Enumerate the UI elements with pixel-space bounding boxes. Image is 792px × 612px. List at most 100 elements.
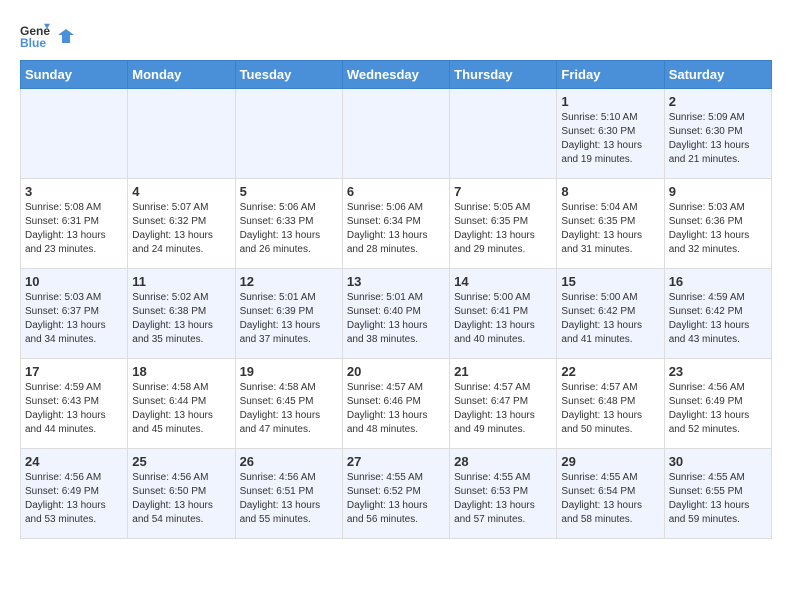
calendar-cell: 28Sunrise: 4:55 AM Sunset: 6:53 PM Dayli… bbox=[450, 449, 557, 539]
calendar-table: SundayMondayTuesdayWednesdayThursdayFrid… bbox=[20, 60, 772, 539]
day-number: 1 bbox=[561, 94, 659, 109]
calendar-cell: 26 Sunrise: 4:56 AM Sunset: 6:51 PM Dayli… bbox=[235, 449, 342, 539]
day-info: Sunrise: 5:06 AM Sunset: 6:33 PM Dayligh… bbox=[240, 201, 338, 257]
calendar-cell: 5 Sunrise: 5:06 AM Sunset: 6:33 PM Daylig… bbox=[235, 179, 342, 269]
day-number: 6 bbox=[347, 184, 445, 199]
day-info: Sunrise: 4:55 AM Sunset: 6:54 PM Dayligh… bbox=[561, 471, 659, 527]
day-number: 12 bbox=[240, 274, 338, 289]
day-number: 27 bbox=[347, 454, 445, 469]
calendar-cell: 16 Sunrise: 4:59 AM Sunset: 6:42 PM Dayli… bbox=[664, 269, 771, 359]
calendar-cell bbox=[21, 89, 128, 179]
calendar-cell: 2 Sunrise: 5:09 AM Sunset: 6:30 PM Daylig… bbox=[664, 89, 771, 179]
day-number: 29 bbox=[561, 454, 659, 469]
logo: General Blue bbox=[20, 20, 76, 50]
day-info: Sunrise: 4:59 AM Sunset: 6:43 PM Dayligh… bbox=[25, 381, 123, 437]
day-info: Sunrise: 4:56 AM Sunset: 6:49 PM Dayligh… bbox=[669, 381, 767, 437]
day-info: Sunrise: 4:56 AM Sunset: 6:51 PM Dayligh… bbox=[240, 471, 338, 527]
calendar-cell: 8 Sunrise: 5:04 AM Sunset: 6:35 PM Daylig… bbox=[557, 179, 664, 269]
day-number: 21 bbox=[454, 364, 552, 379]
day-number: 11 bbox=[132, 274, 230, 289]
calendar-cell: 17 Sunrise: 4:59 AM Sunset: 6:43 PM Dayli… bbox=[21, 359, 128, 449]
calendar-cell: 9 Sunrise: 5:03 AM Sunset: 6:36 PM Daylig… bbox=[664, 179, 771, 269]
day-number: 17 bbox=[25, 364, 123, 379]
day-info: Sunrise: 4:58 AM Sunset: 6:44 PM Dayligh… bbox=[132, 381, 230, 437]
day-info: Sunrise: 4:58 AM Sunset: 6:45 PM Dayligh… bbox=[240, 381, 338, 437]
day-info: Sunrise: 5:00 AM Sunset: 6:42 PM Dayligh… bbox=[561, 291, 659, 347]
calendar-cell: 20 Sunrise: 4:57 AM Sunset: 6:46 PM Dayli… bbox=[342, 359, 449, 449]
day-number: 20 bbox=[347, 364, 445, 379]
day-info: Sunrise: 4:55 AM Sunset: 6:52 PM Dayligh… bbox=[347, 471, 445, 527]
calendar-cell: 10 Sunrise: 5:03 AM Sunset: 6:37 PM Dayli… bbox=[21, 269, 128, 359]
calendar-cell: 21 Sunrise: 4:57 AM Sunset: 6:47 PM Dayli… bbox=[450, 359, 557, 449]
day-number: 26 bbox=[240, 454, 338, 469]
calendar-cell: 18Sunrise: 4:58 AM Sunset: 6:44 PM Dayli… bbox=[128, 359, 235, 449]
day-number: 5 bbox=[240, 184, 338, 199]
calendar-cell: 1Sunrise: 5:10 AM Sunset: 6:30 PM Daylig… bbox=[557, 89, 664, 179]
calendar-week-1: 3 Sunrise: 5:08 AM Sunset: 6:31 PM Daylig… bbox=[21, 179, 772, 269]
calendar-cell: 13 Sunrise: 5:01 AM Sunset: 6:40 PM Dayli… bbox=[342, 269, 449, 359]
day-number: 24 bbox=[25, 454, 123, 469]
day-info: Sunrise: 4:55 AM Sunset: 6:55 PM Dayligh… bbox=[669, 471, 767, 527]
calendar-week-2: 10 Sunrise: 5:03 AM Sunset: 6:37 PM Dayli… bbox=[21, 269, 772, 359]
calendar-cell: 14 Sunrise: 5:00 AM Sunset: 6:41 PM Dayli… bbox=[450, 269, 557, 359]
calendar-cell: 6 Sunrise: 5:06 AM Sunset: 6:34 PM Daylig… bbox=[342, 179, 449, 269]
day-number: 30 bbox=[669, 454, 767, 469]
calendar-cell bbox=[128, 89, 235, 179]
day-info: Sunrise: 4:56 AM Sunset: 6:50 PM Dayligh… bbox=[132, 471, 230, 527]
day-info: Sunrise: 5:01 AM Sunset: 6:40 PM Dayligh… bbox=[347, 291, 445, 347]
weekday-header-row: SundayMondayTuesdayWednesdayThursdayFrid… bbox=[21, 61, 772, 89]
weekday-header-thursday: Thursday bbox=[450, 61, 557, 89]
calendar-cell: 22Sunrise: 4:57 AM Sunset: 6:48 PM Dayli… bbox=[557, 359, 664, 449]
calendar-cell: 24 Sunrise: 4:56 AM Sunset: 6:49 PM Dayli… bbox=[21, 449, 128, 539]
weekday-header-monday: Monday bbox=[128, 61, 235, 89]
day-number: 16 bbox=[669, 274, 767, 289]
calendar-cell: 27 Sunrise: 4:55 AM Sunset: 6:52 PM Dayli… bbox=[342, 449, 449, 539]
day-info: Sunrise: 5:03 AM Sunset: 6:36 PM Dayligh… bbox=[669, 201, 767, 257]
weekday-header-friday: Friday bbox=[557, 61, 664, 89]
day-info: Sunrise: 5:03 AM Sunset: 6:37 PM Dayligh… bbox=[25, 291, 123, 347]
day-info: Sunrise: 4:57 AM Sunset: 6:46 PM Dayligh… bbox=[347, 381, 445, 437]
calendar-cell: 7 Sunrise: 5:05 AM Sunset: 6:35 PM Daylig… bbox=[450, 179, 557, 269]
day-number: 10 bbox=[25, 274, 123, 289]
day-number: 8 bbox=[561, 184, 659, 199]
header: General Blue bbox=[20, 20, 772, 50]
day-info: Sunrise: 5:00 AM Sunset: 6:41 PM Dayligh… bbox=[454, 291, 552, 347]
calendar-week-0: 1Sunrise: 5:10 AM Sunset: 6:30 PM Daylig… bbox=[21, 89, 772, 179]
day-info: Sunrise: 5:06 AM Sunset: 6:34 PM Dayligh… bbox=[347, 201, 445, 257]
day-info: Sunrise: 5:09 AM Sunset: 6:30 PM Dayligh… bbox=[669, 111, 767, 167]
day-number: 3 bbox=[25, 184, 123, 199]
day-info: Sunrise: 5:02 AM Sunset: 6:38 PM Dayligh… bbox=[132, 291, 230, 347]
day-info: Sunrise: 5:07 AM Sunset: 6:32 PM Dayligh… bbox=[132, 201, 230, 257]
weekday-header-wednesday: Wednesday bbox=[342, 61, 449, 89]
calendar-cell: 3 Sunrise: 5:08 AM Sunset: 6:31 PM Daylig… bbox=[21, 179, 128, 269]
calendar-cell: 4 Sunrise: 5:07 AM Sunset: 6:32 PM Daylig… bbox=[128, 179, 235, 269]
calendar-cell: 11 Sunrise: 5:02 AM Sunset: 6:38 PM Dayli… bbox=[128, 269, 235, 359]
weekday-header-sunday: Sunday bbox=[21, 61, 128, 89]
calendar-body: 1Sunrise: 5:10 AM Sunset: 6:30 PM Daylig… bbox=[21, 89, 772, 539]
calendar-week-4: 24 Sunrise: 4:56 AM Sunset: 6:49 PM Dayli… bbox=[21, 449, 772, 539]
day-info: Sunrise: 4:57 AM Sunset: 6:47 PM Dayligh… bbox=[454, 381, 552, 437]
day-number: 19 bbox=[240, 364, 338, 379]
logo-bird-icon bbox=[56, 27, 76, 47]
day-number: 7 bbox=[454, 184, 552, 199]
day-number: 23 bbox=[669, 364, 767, 379]
calendar-cell bbox=[342, 89, 449, 179]
day-number: 15 bbox=[561, 274, 659, 289]
calendar-week-3: 17 Sunrise: 4:59 AM Sunset: 6:43 PM Dayli… bbox=[21, 359, 772, 449]
day-info: Sunrise: 5:04 AM Sunset: 6:35 PM Dayligh… bbox=[561, 201, 659, 257]
day-info: Sunrise: 5:08 AM Sunset: 6:31 PM Dayligh… bbox=[25, 201, 123, 257]
day-info: Sunrise: 4:59 AM Sunset: 6:42 PM Dayligh… bbox=[669, 291, 767, 347]
weekday-header-tuesday: Tuesday bbox=[235, 61, 342, 89]
calendar-cell bbox=[450, 89, 557, 179]
calendar-cell: 15 Sunrise: 5:00 AM Sunset: 6:42 PM Dayli… bbox=[557, 269, 664, 359]
day-info: Sunrise: 4:56 AM Sunset: 6:49 PM Dayligh… bbox=[25, 471, 123, 527]
day-number: 4 bbox=[132, 184, 230, 199]
day-number: 9 bbox=[669, 184, 767, 199]
day-number: 13 bbox=[347, 274, 445, 289]
day-number: 14 bbox=[454, 274, 552, 289]
day-info: Sunrise: 5:05 AM Sunset: 6:35 PM Dayligh… bbox=[454, 201, 552, 257]
day-number: 2 bbox=[669, 94, 767, 109]
day-number: 25 bbox=[132, 454, 230, 469]
day-number: 22 bbox=[561, 364, 659, 379]
calendar-header: SundayMondayTuesdayWednesdayThursdayFrid… bbox=[21, 61, 772, 89]
